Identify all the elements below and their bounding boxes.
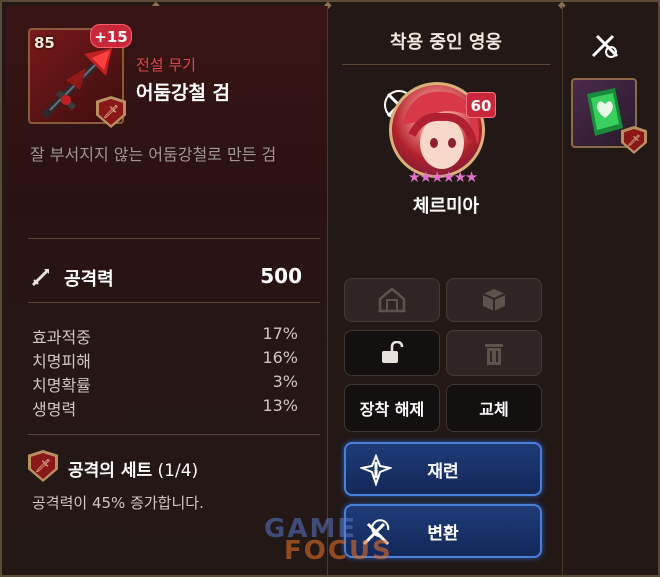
set-count: (1/4) bbox=[157, 461, 199, 481]
cube-icon bbox=[482, 289, 506, 311]
sub-stat-value: 16% bbox=[262, 348, 298, 367]
sub-stat-value: 13% bbox=[262, 396, 298, 415]
watermark-line2: FOCUS bbox=[284, 536, 393, 566]
set-description: 공격력이 45% 증가합니다. bbox=[32, 494, 204, 512]
item-name: 어둠강철 검 bbox=[136, 82, 231, 104]
storage-button[interactable] bbox=[344, 278, 440, 322]
artifact-panel: 🗡 bbox=[562, 6, 658, 575]
sub-stat-label: 효과적중 bbox=[32, 328, 91, 347]
sub-stat-label: 치명확률 bbox=[32, 376, 91, 395]
unequip-button[interactable]: 장착 해제 bbox=[344, 384, 440, 432]
trash-icon bbox=[485, 344, 503, 365]
item-description: 잘 부서지지 않는 어둠강철로 만든 검 bbox=[30, 145, 277, 164]
artifact-type-icon: 🗡 bbox=[621, 126, 647, 154]
main-stat-label: 공격력 bbox=[64, 269, 114, 290]
storage-icon bbox=[378, 287, 406, 313]
sub-stat-row: 생명력 13% bbox=[32, 396, 298, 420]
reforge-button[interactable]: 재련 bbox=[344, 442, 542, 496]
item-rarity: 전설 무기 bbox=[136, 56, 196, 74]
unlock-icon bbox=[382, 341, 404, 363]
item-level: 85 bbox=[34, 34, 55, 52]
set-name: 공격의 세트 bbox=[68, 461, 153, 481]
main-stat-value: 500 bbox=[260, 264, 302, 288]
hero-level-badge: 60 bbox=[466, 92, 496, 118]
enhance-badge: +15 bbox=[90, 24, 132, 48]
sub-stat-row: 치명확률 3% bbox=[32, 372, 298, 396]
lock-button[interactable] bbox=[344, 330, 440, 376]
item-info-panel: 85 +15 🗡 전설 무기 어둠강철 검 잘 부서지지 않는 어둠강철로 만든… bbox=[6, 6, 328, 575]
reforge-label: 재련 bbox=[427, 461, 459, 482]
sub-stat-label: 치명피해 bbox=[32, 352, 91, 371]
divider bbox=[28, 434, 320, 435]
equipped-hero-title: 착용 중인 영웅 bbox=[390, 32, 502, 53]
swap-button[interactable]: 교체 bbox=[446, 384, 542, 432]
extract-button[interactable] bbox=[446, 278, 542, 322]
set-bonus: 🗡 공격의 세트 (1/4) bbox=[28, 450, 320, 484]
sub-stats: 효과적중 17% 치명피해 16% 치명확률 3% 생명력 13% bbox=[32, 324, 298, 420]
attack-set-icon: 🗡 bbox=[28, 450, 58, 482]
sub-stat-value: 17% bbox=[262, 324, 298, 343]
set-label: 공격의 세트 (1/4) bbox=[68, 456, 198, 481]
convert-label: 변환 bbox=[427, 523, 459, 544]
attack-icon bbox=[31, 269, 49, 287]
hero-stars: ★★★★★★ bbox=[407, 168, 479, 186]
watermark-logo: GAME FOCUS bbox=[264, 516, 393, 566]
hero-name: 체르미아 bbox=[412, 196, 480, 217]
reforge-icon bbox=[360, 454, 392, 486]
equipped-hero-panel: 착용 중인 영웅 60 ★★★★★★ 체르미아 장착 해제 교체 재련 변환 bbox=[332, 6, 560, 575]
main-stat: 공격력 500 bbox=[30, 262, 302, 290]
divider bbox=[28, 302, 320, 303]
sub-stat-label: 생명력 bbox=[32, 400, 77, 419]
sub-stat-row: 치명피해 16% bbox=[32, 348, 298, 372]
item-detail-window: ◆ ◆ ◆ 85 +15 🗡 전설 무기 어둠강철 검 잘 부서지지 않는 어둠… bbox=[0, 0, 660, 577]
divider bbox=[28, 238, 320, 239]
sub-stat-row: 효과적중 17% bbox=[32, 324, 298, 348]
sub-stat-value: 3% bbox=[272, 372, 298, 391]
sell-button[interactable] bbox=[446, 330, 542, 376]
divider bbox=[342, 64, 550, 65]
crossed-swords-icon bbox=[591, 34, 619, 58]
